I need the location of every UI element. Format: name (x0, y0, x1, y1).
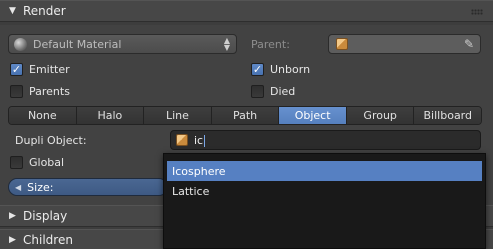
parent-object-field[interactable]: ✎ (328, 34, 481, 54)
checkbox-unchecked-icon[interactable] (251, 84, 264, 98)
material-sphere-icon (14, 37, 27, 51)
panel-title: Children (23, 233, 73, 247)
dupli-search-text: ic (194, 134, 204, 147)
checkbox-unchecked-icon[interactable] (10, 155, 23, 169)
parents-checkbox[interactable]: Parents (10, 83, 70, 99)
object-cube-icon (336, 38, 348, 50)
text-caret (204, 135, 206, 147)
material-label: Default Material (33, 37, 122, 51)
checkbox-checked-icon[interactable]: ✓ (10, 62, 23, 76)
dropdown-item-icosphere[interactable]: Icosphere (167, 161, 482, 181)
collapse-triangle-icon: ▼ (9, 6, 16, 16)
expand-triangle-icon: ▶ (9, 235, 16, 245)
tab-path[interactable]: Path (211, 107, 280, 124)
checkbox-checked-icon[interactable]: ✓ (251, 62, 264, 76)
size-slider[interactable]: ◀ Size: (8, 178, 168, 196)
expand-triangle-icon: ▶ (9, 211, 16, 221)
parent-label: Parent: (251, 38, 290, 51)
tab-billboard[interactable]: Billboard (414, 107, 481, 124)
unborn-label: Unborn (270, 62, 311, 76)
panel-title: Display (23, 209, 68, 223)
global-checkbox[interactable]: Global (10, 154, 64, 170)
drag-grip-icon[interactable] (471, 9, 483, 15)
unborn-checkbox[interactable]: ✓ Unborn (251, 61, 310, 77)
dupli-object-dropdown: Icosphere Lattice (163, 153, 486, 249)
died-checkbox[interactable]: Died (251, 83, 295, 99)
tab-halo[interactable]: Halo (76, 107, 145, 124)
left-arrow-icon[interactable]: ◀ (15, 183, 21, 192)
dupli-object-search-input[interactable]: ic (170, 130, 481, 150)
tab-line[interactable]: Line (144, 107, 212, 124)
tab-object[interactable]: Object (279, 107, 347, 124)
died-label: Died (270, 84, 296, 98)
render-panel-header[interactable]: ▼ Render (0, 0, 493, 22)
dupli-object-label: Dupli Object: (15, 134, 87, 147)
up-down-arrows-icon: ▲ ▼ (223, 36, 231, 52)
panel-title: Render (23, 4, 66, 18)
tab-group[interactable]: Group (346, 107, 415, 124)
parents-label: Parents (29, 84, 70, 98)
dropdown-item-lattice[interactable]: Lattice (167, 181, 482, 201)
eyedropper-icon[interactable]: ✎ (464, 37, 474, 51)
size-label: Size: (27, 180, 54, 194)
emitter-checkbox[interactable]: ✓ Emitter (10, 61, 70, 77)
object-cube-icon (176, 134, 188, 146)
render-type-selector: None Halo Line Path Object Group Billboa… (8, 106, 482, 125)
material-dropdown[interactable]: Default Material ▲ ▼ (8, 34, 237, 54)
checkbox-unchecked-icon[interactable] (10, 84, 23, 98)
emitter-label: Emitter (29, 62, 70, 76)
global-label: Global (29, 155, 65, 169)
tab-none[interactable]: None (9, 107, 77, 124)
